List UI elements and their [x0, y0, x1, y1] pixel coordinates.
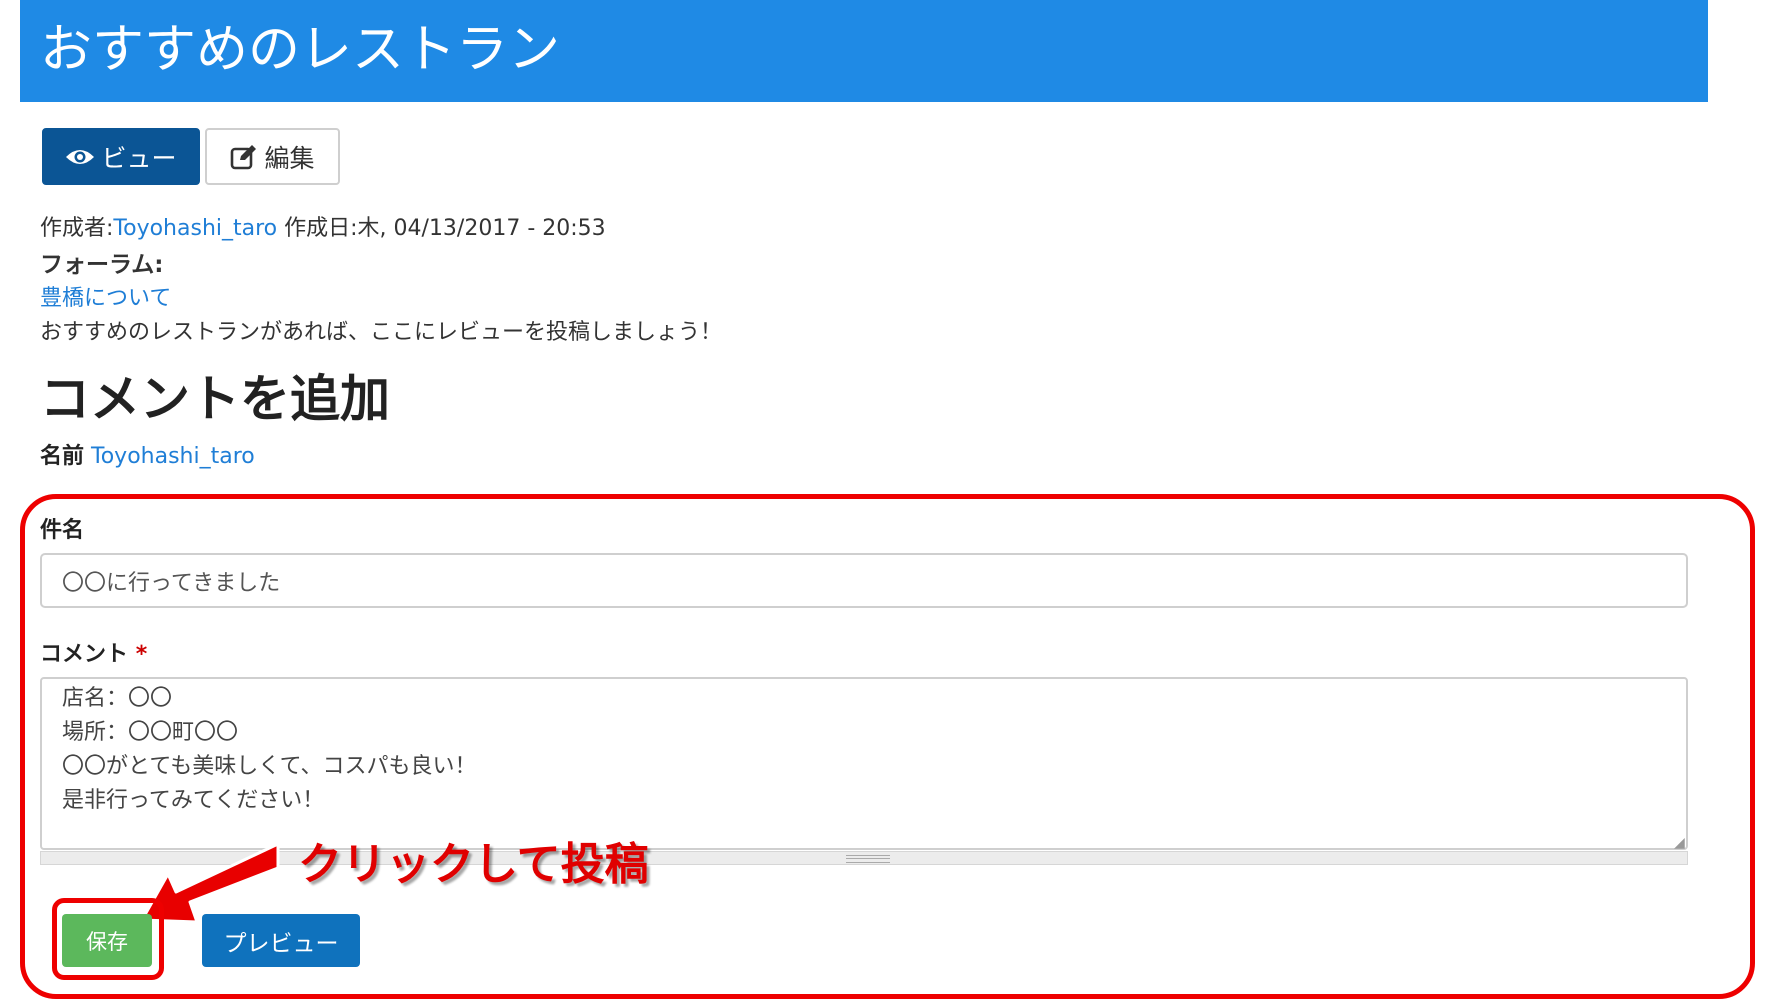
date-label: 作成日: — [277, 216, 358, 241]
forum-label: フォーラム: — [40, 252, 164, 278]
edit-icon — [230, 144, 258, 170]
subject-label: 件名 — [40, 518, 85, 543]
header-bar: おすすめのレストラン — [20, 0, 1708, 102]
required-mark: * — [135, 642, 148, 667]
tab-view[interactable]: ビュー — [42, 128, 200, 185]
name-label: 名前 — [40, 444, 85, 469]
intro-text: おすすめのレストランがあれば、ここにレビューを投稿しましょう！ — [40, 320, 723, 345]
author-link[interactable]: Toyohashi_taro — [113, 216, 277, 241]
subject-input[interactable] — [40, 553, 1688, 608]
forum-link[interactable]: 豊橋について — [40, 284, 171, 314]
name-link[interactable]: Toyohashi_taro — [91, 444, 255, 469]
preview-button[interactable]: プレビュー — [202, 914, 360, 967]
tab-edit-label: 編集 — [264, 143, 315, 173]
author-label: 作成者: — [40, 216, 114, 241]
annotation-text: クリックして投稿 — [298, 839, 649, 890]
comment-heading: コメントを追加 — [40, 370, 390, 428]
comment-label: コメント * — [40, 636, 147, 668]
resize-corner-icon[interactable]: ◢ — [1674, 835, 1685, 851]
comment-textarea[interactable]: 店名：〇〇 場所：〇〇町〇〇 〇〇がとても美味しくて、コスパも良い！ 是非行って… — [40, 677, 1688, 850]
comment-label-text: コメント — [40, 642, 129, 667]
post-date: 木, 04/13/2017 - 20:53 — [357, 216, 606, 241]
post-meta: 作成者:Toyohashi_taro 作成日:木, 04/13/2017 - 2… — [40, 214, 606, 244]
save-button[interactable]: 保存 — [62, 914, 152, 967]
eye-icon — [65, 147, 95, 167]
grip-lines-icon — [846, 855, 890, 863]
tab-view-label: ビュー — [101, 143, 177, 173]
textarea-resize-grip[interactable] — [40, 851, 1688, 865]
tab-edit[interactable]: 編集 — [205, 128, 340, 185]
name-line: 名前 Toyohashi_taro — [40, 442, 255, 472]
page-title: おすすめのレストラン — [40, 20, 561, 80]
